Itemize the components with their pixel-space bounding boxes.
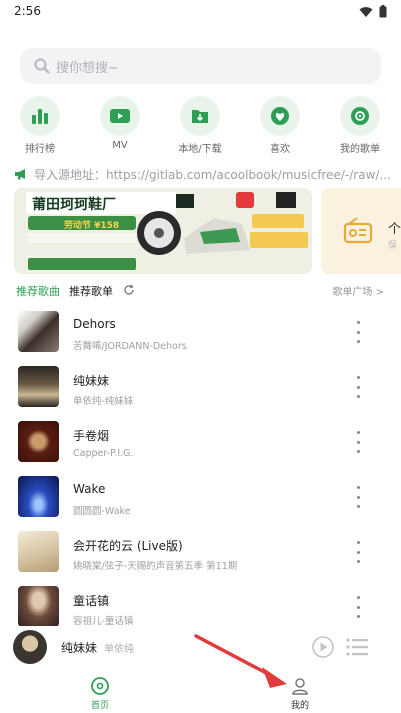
quick-action-rank[interactable]: 排行榜 (10, 96, 70, 155)
nav-mine[interactable]: 我的 (275, 676, 325, 711)
now-playing-cover (13, 630, 47, 664)
song-subtitle: 圆圆圆-Wake (73, 506, 131, 517)
quick-action-my-playlist[interactable]: 我的歌单 (330, 96, 390, 155)
battery-icon (379, 5, 387, 18)
banner2-subtitle: 保 (388, 241, 398, 251)
refresh-icon[interactable] (123, 284, 135, 296)
tab-recommend-playlists[interactable]: 推荐歌单 (69, 283, 113, 299)
song-title: 手卷烟 (73, 429, 110, 443)
promo-banner[interactable]: 莆田珂珂鞋厂 劳动节 ¥158 (14, 188, 312, 274)
quick-action-mv[interactable]: MV (90, 96, 150, 151)
video-icon (100, 96, 140, 136)
song-title: 纯妹妹 (73, 374, 110, 388)
search-bar[interactable]: 搜你想搜~ (20, 48, 381, 84)
recommend-tabs: 推荐歌曲 推荐歌单 歌单广场 > (16, 283, 386, 301)
song-cover (18, 476, 59, 517)
song-subtitle: 苦舞唏/JORDANN-Dehors (73, 341, 187, 352)
wifi-icon (359, 6, 373, 17)
megaphone-icon (15, 169, 25, 180)
quick-action-label: 喜欢 (270, 144, 290, 155)
status-bar: 2:56 (0, 0, 401, 26)
play-icon[interactable] (312, 636, 334, 658)
song-row[interactable]: 会开花的云 (Live版) 姚晓棠/弦子-天赐的声音第五季 第11期 (0, 525, 401, 580)
search-placeholder: 搜你想搜~ (56, 60, 119, 76)
download-folder-icon (180, 96, 220, 136)
quick-action-label: MV (112, 140, 128, 151)
song-subtitle: 姚晓棠/弦子-天赐的声音第五季 第11期 (73, 561, 238, 572)
promo-banner-next[interactable]: 个 保 (321, 188, 401, 274)
person-icon (292, 678, 308, 695)
now-playing-artist: 单依纯 (104, 644, 134, 655)
more-options-icon[interactable] (350, 486, 366, 508)
banner-headline: 莆田珂珂鞋厂 (32, 197, 116, 213)
home-disc-icon (91, 677, 109, 695)
tab-recommend-songs[interactable]: 推荐歌曲 (16, 283, 60, 299)
more-options-icon[interactable] (350, 431, 366, 453)
more-options-icon[interactable] (350, 541, 366, 563)
song-title: 会开花的云 (Live版) (73, 539, 183, 553)
song-row[interactable]: 纯妹妹 单依纯-纯妹妹 (0, 360, 401, 415)
song-row[interactable]: Dehors 苦舞唏/JORDANN-Dehors (0, 305, 401, 360)
song-title: 童话镇 (73, 594, 110, 608)
search-icon (34, 58, 50, 74)
radio-icon (343, 217, 373, 244)
song-cover (18, 311, 59, 352)
now-playing-title: 纯妹妹 (61, 641, 98, 655)
song-cover (18, 421, 59, 462)
status-time: 2:56 (14, 4, 41, 18)
status-icons (359, 5, 387, 18)
song-title: Dehors (73, 317, 116, 331)
nav-mine-label: 我的 (290, 701, 309, 711)
quick-action-local[interactable]: 本地/下载 (170, 96, 230, 155)
playlist-icon (340, 96, 380, 136)
quick-action-favorite[interactable]: 喜欢 (250, 96, 310, 155)
more-options-icon[interactable] (350, 596, 366, 618)
nav-home-label: 首页 (90, 701, 109, 711)
song-cover (18, 531, 59, 572)
notice-text: 导入源地址：https://gitlab.com/acoolbook/music… (34, 167, 391, 182)
song-row[interactable]: Wake 圆圆圆-Wake (0, 470, 401, 525)
more-options-icon[interactable] (350, 321, 366, 343)
song-row[interactable]: 手卷烟 Capper-P.I.G. (0, 415, 401, 470)
playlist-square-link[interactable]: 歌单广场 > (332, 283, 384, 298)
bar-chart-icon (20, 96, 60, 136)
song-cover (18, 366, 59, 407)
playlist-queue-icon[interactable] (346, 638, 368, 656)
song-subtitle: 单依纯-纯妹妹 (73, 396, 134, 407)
quick-actions: 排行榜 MV 本地/下载 喜欢 我的歌单 (0, 96, 401, 158)
song-subtitle: Capper-P.I.G. (73, 448, 134, 459)
banner2-title: 个 (388, 222, 401, 237)
heart-icon (260, 96, 300, 136)
banner-promo: 劳动节 ¥158 (64, 221, 120, 231)
quick-action-label: 排行榜 (25, 144, 55, 155)
nav-home[interactable]: 首页 (75, 676, 125, 711)
import-notice: 导入源地址：https://gitlab.com/acoolbook/music… (14, 164, 401, 184)
bottom-nav: 首页 我的 (0, 668, 401, 713)
song-cover (18, 586, 59, 627)
more-options-icon[interactable] (350, 376, 366, 398)
song-title: Wake (73, 482, 106, 496)
mini-player[interactable]: 纯妹妹 单依纯 (0, 626, 401, 668)
quick-action-label: 我的歌单 (340, 144, 380, 155)
quick-action-label: 本地/下载 (178, 144, 222, 155)
song-subtitle: 容祖儿-童话镇 (73, 616, 134, 627)
